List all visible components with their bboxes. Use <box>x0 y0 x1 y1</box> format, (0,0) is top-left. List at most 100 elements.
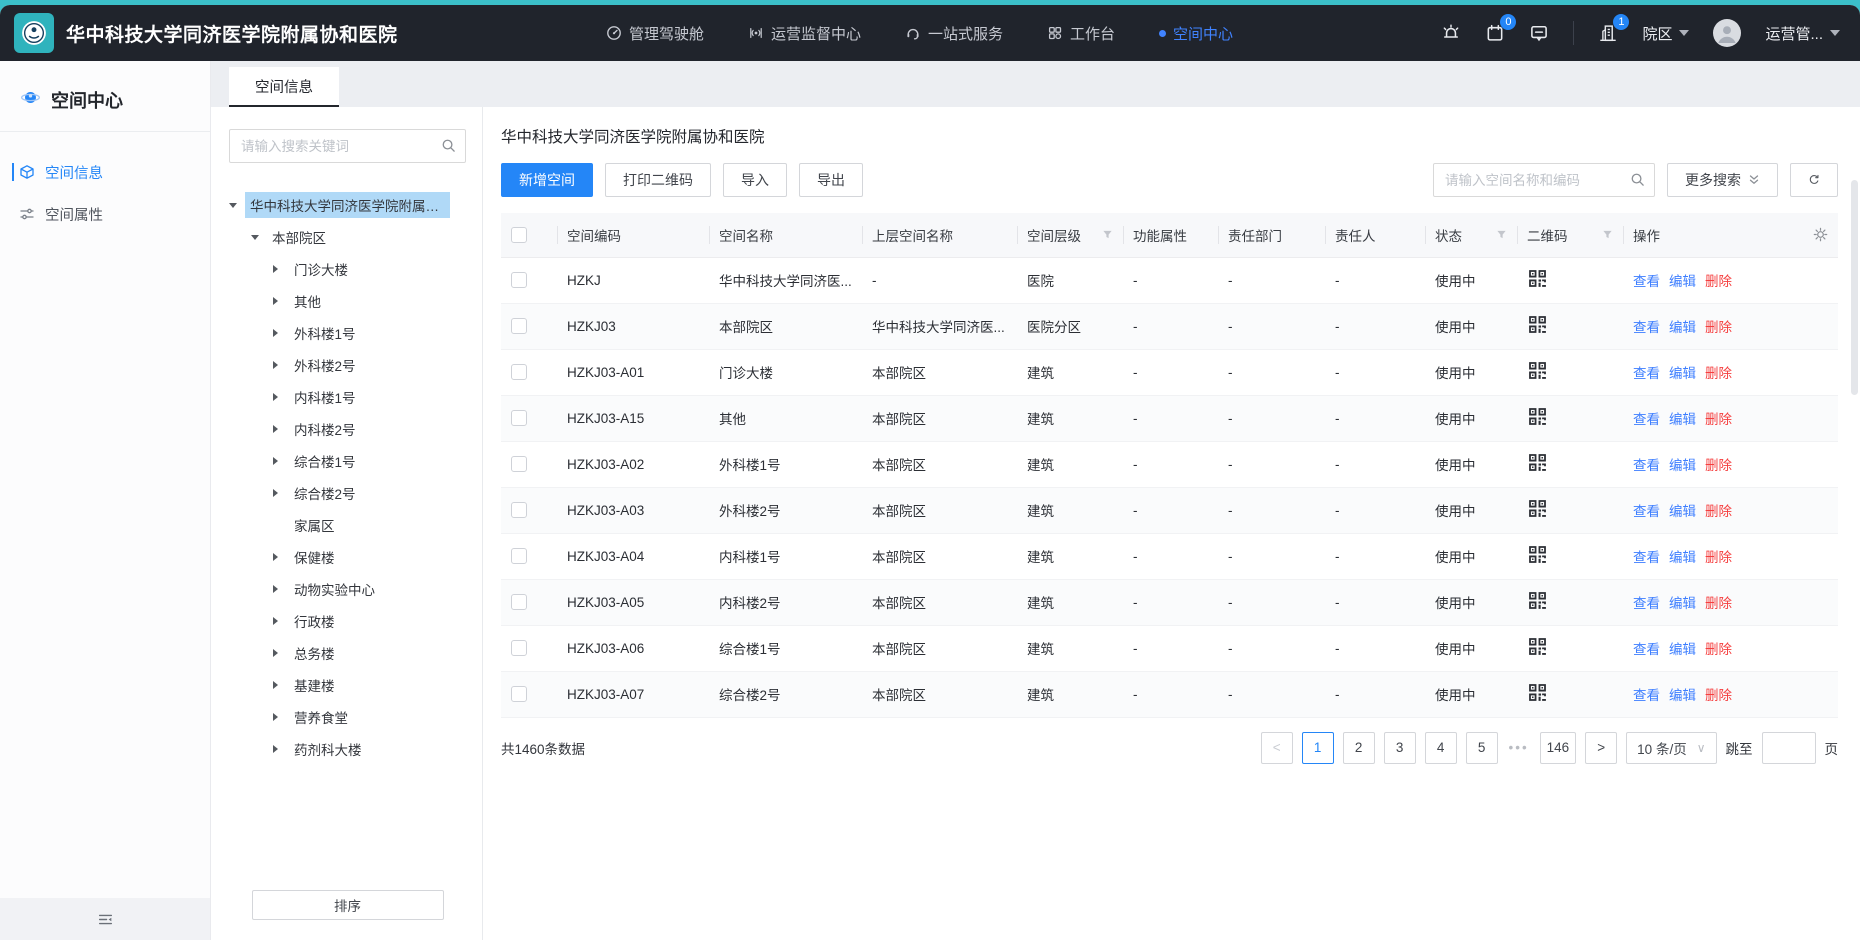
nav-item-2[interactable]: 运营监督中心 <box>748 23 861 44</box>
edit-link[interactable]: 编辑 <box>1669 688 1696 703</box>
row-checkbox[interactable] <box>511 502 527 518</box>
row-checkbox[interactable] <box>511 548 527 564</box>
page-size-select[interactable]: 10 条/页∨ <box>1626 732 1716 764</box>
delete-link[interactable]: 删除 <box>1705 458 1732 473</box>
campus-building-icon[interactable]: 1 <box>1598 23 1618 43</box>
row-checkbox[interactable] <box>511 410 527 426</box>
row-checkbox[interactable] <box>511 364 527 380</box>
tree-expand-icon[interactable] <box>273 745 289 753</box>
edit-link[interactable]: 编辑 <box>1669 596 1696 611</box>
nav-item-1[interactable]: 管理驾驶舱 <box>606 23 704 44</box>
message-icon[interactable] <box>1529 23 1549 43</box>
page-ellipsis[interactable]: ••• <box>1507 732 1531 764</box>
tree-node[interactable]: 综合楼2号 <box>229 477 466 509</box>
tree-collapse-icon[interactable] <box>251 235 267 240</box>
qr-code-icon[interactable] <box>1527 590 1548 611</box>
tree-node[interactable]: 本部院区 <box>229 221 466 253</box>
tree-collapse-icon[interactable] <box>229 203 245 208</box>
tree-node[interactable]: 动物实验中心 <box>229 573 466 605</box>
edit-link[interactable]: 编辑 <box>1669 458 1696 473</box>
jump-page-input[interactable] <box>1762 732 1816 764</box>
tree-expand-icon[interactable] <box>273 265 289 273</box>
tree-node[interactable]: 营养食堂 <box>229 701 466 733</box>
row-checkbox[interactable] <box>511 640 527 656</box>
row-checkbox[interactable] <box>511 318 527 334</box>
delete-link[interactable]: 删除 <box>1705 642 1732 657</box>
print-qr-button[interactable]: 打印二维码 <box>605 163 711 197</box>
vertical-scrollbar[interactable] <box>1851 180 1858 395</box>
add-space-button[interactable]: 新增空间 <box>501 163 593 197</box>
edit-link[interactable]: 编辑 <box>1669 320 1696 335</box>
edit-link[interactable]: 编辑 <box>1669 504 1696 519</box>
view-link[interactable]: 查看 <box>1633 458 1660 473</box>
view-link[interactable]: 查看 <box>1633 550 1660 565</box>
delete-link[interactable]: 删除 <box>1705 596 1732 611</box>
tree-node[interactable]: 门诊大楼 <box>229 253 466 285</box>
collapse-sidebar-icon[interactable] <box>97 911 114 928</box>
tree-node[interactable]: 综合楼1号 <box>229 445 466 477</box>
edit-link[interactable]: 编辑 <box>1669 274 1696 289</box>
qr-code-icon[interactable] <box>1527 682 1548 703</box>
tree-node[interactable]: 药剂科大楼 <box>229 733 466 765</box>
page-button-4[interactable]: 4 <box>1425 732 1457 764</box>
view-link[interactable]: 查看 <box>1633 504 1660 519</box>
delete-link[interactable]: 删除 <box>1705 274 1732 289</box>
delete-link[interactable]: 删除 <box>1705 412 1732 427</box>
page-button-3[interactable]: 3 <box>1384 732 1416 764</box>
view-link[interactable]: 查看 <box>1633 366 1660 381</box>
avatar[interactable] <box>1713 19 1741 47</box>
page-button-2[interactable]: 2 <box>1343 732 1375 764</box>
search-icon[interactable] <box>441 138 456 158</box>
tree-node[interactable]: 总务楼 <box>229 637 466 669</box>
prev-page-button[interactable]: < <box>1261 732 1293 764</box>
qr-code-icon[interactable] <box>1527 544 1548 565</box>
sidebar-item-2[interactable]: 空间属性 <box>0 196 210 232</box>
row-checkbox[interactable] <box>511 272 527 288</box>
edit-link[interactable]: 编辑 <box>1669 412 1696 427</box>
tree-node[interactable]: 家属区 <box>229 509 466 541</box>
view-link[interactable]: 查看 <box>1633 412 1660 427</box>
row-checkbox[interactable] <box>511 686 527 702</box>
tree-node[interactable]: 外科楼2号 <box>229 349 466 381</box>
delete-link[interactable]: 删除 <box>1705 366 1732 381</box>
tree-expand-icon[interactable] <box>273 361 289 369</box>
qr-code-icon[interactable] <box>1527 498 1548 519</box>
qr-code-icon[interactable] <box>1527 406 1548 427</box>
filter-icon[interactable] <box>1602 229 1613 240</box>
edit-link[interactable]: 编辑 <box>1669 550 1696 565</box>
nav-item-3[interactable]: 一站式服务 <box>905 23 1003 44</box>
tree-node[interactable]: 行政楼 <box>229 605 466 637</box>
next-page-button[interactable]: > <box>1585 732 1617 764</box>
tree-node[interactable]: 保健楼 <box>229 541 466 573</box>
tree-expand-icon[interactable] <box>273 585 289 593</box>
delete-link[interactable]: 删除 <box>1705 504 1732 519</box>
qr-code-icon[interactable] <box>1527 636 1548 657</box>
tree-expand-icon[interactable] <box>273 713 289 721</box>
edit-link[interactable]: 编辑 <box>1669 366 1696 381</box>
nav-item-4[interactable]: 工作台 <box>1047 23 1115 44</box>
tree-search-input[interactable] <box>229 129 466 163</box>
todo-icon[interactable]: 0 <box>1485 23 1505 43</box>
view-link[interactable]: 查看 <box>1633 642 1660 657</box>
table-search-input[interactable] <box>1433 163 1655 197</box>
tree-node[interactable]: 其他 <box>229 285 466 317</box>
qr-code-icon[interactable] <box>1527 268 1548 289</box>
more-search-button[interactable]: 更多搜索 <box>1667 163 1778 197</box>
edit-link[interactable]: 编辑 <box>1669 642 1696 657</box>
tree-expand-icon[interactable] <box>273 649 289 657</box>
qr-code-icon[interactable] <box>1527 452 1548 473</box>
page-button-146[interactable]: 146 <box>1540 732 1577 764</box>
tree-expand-icon[interactable] <box>273 617 289 625</box>
tree-node[interactable]: 华中科技大学同济医学院附属协和医院 <box>229 189 466 221</box>
tree-expand-icon[interactable] <box>273 297 289 305</box>
tree-node[interactable]: 内科楼1号 <box>229 381 466 413</box>
tree-expand-icon[interactable] <box>273 553 289 561</box>
view-link[interactable]: 查看 <box>1633 688 1660 703</box>
tree-expand-icon[interactable] <box>273 457 289 465</box>
filter-icon[interactable] <box>1496 229 1507 240</box>
select-all-checkbox[interactable] <box>511 227 527 243</box>
row-checkbox[interactable] <box>511 594 527 610</box>
tree-node[interactable]: 内科楼2号 <box>229 413 466 445</box>
refresh-button[interactable] <box>1790 163 1838 197</box>
tree-expand-icon[interactable] <box>273 425 289 433</box>
